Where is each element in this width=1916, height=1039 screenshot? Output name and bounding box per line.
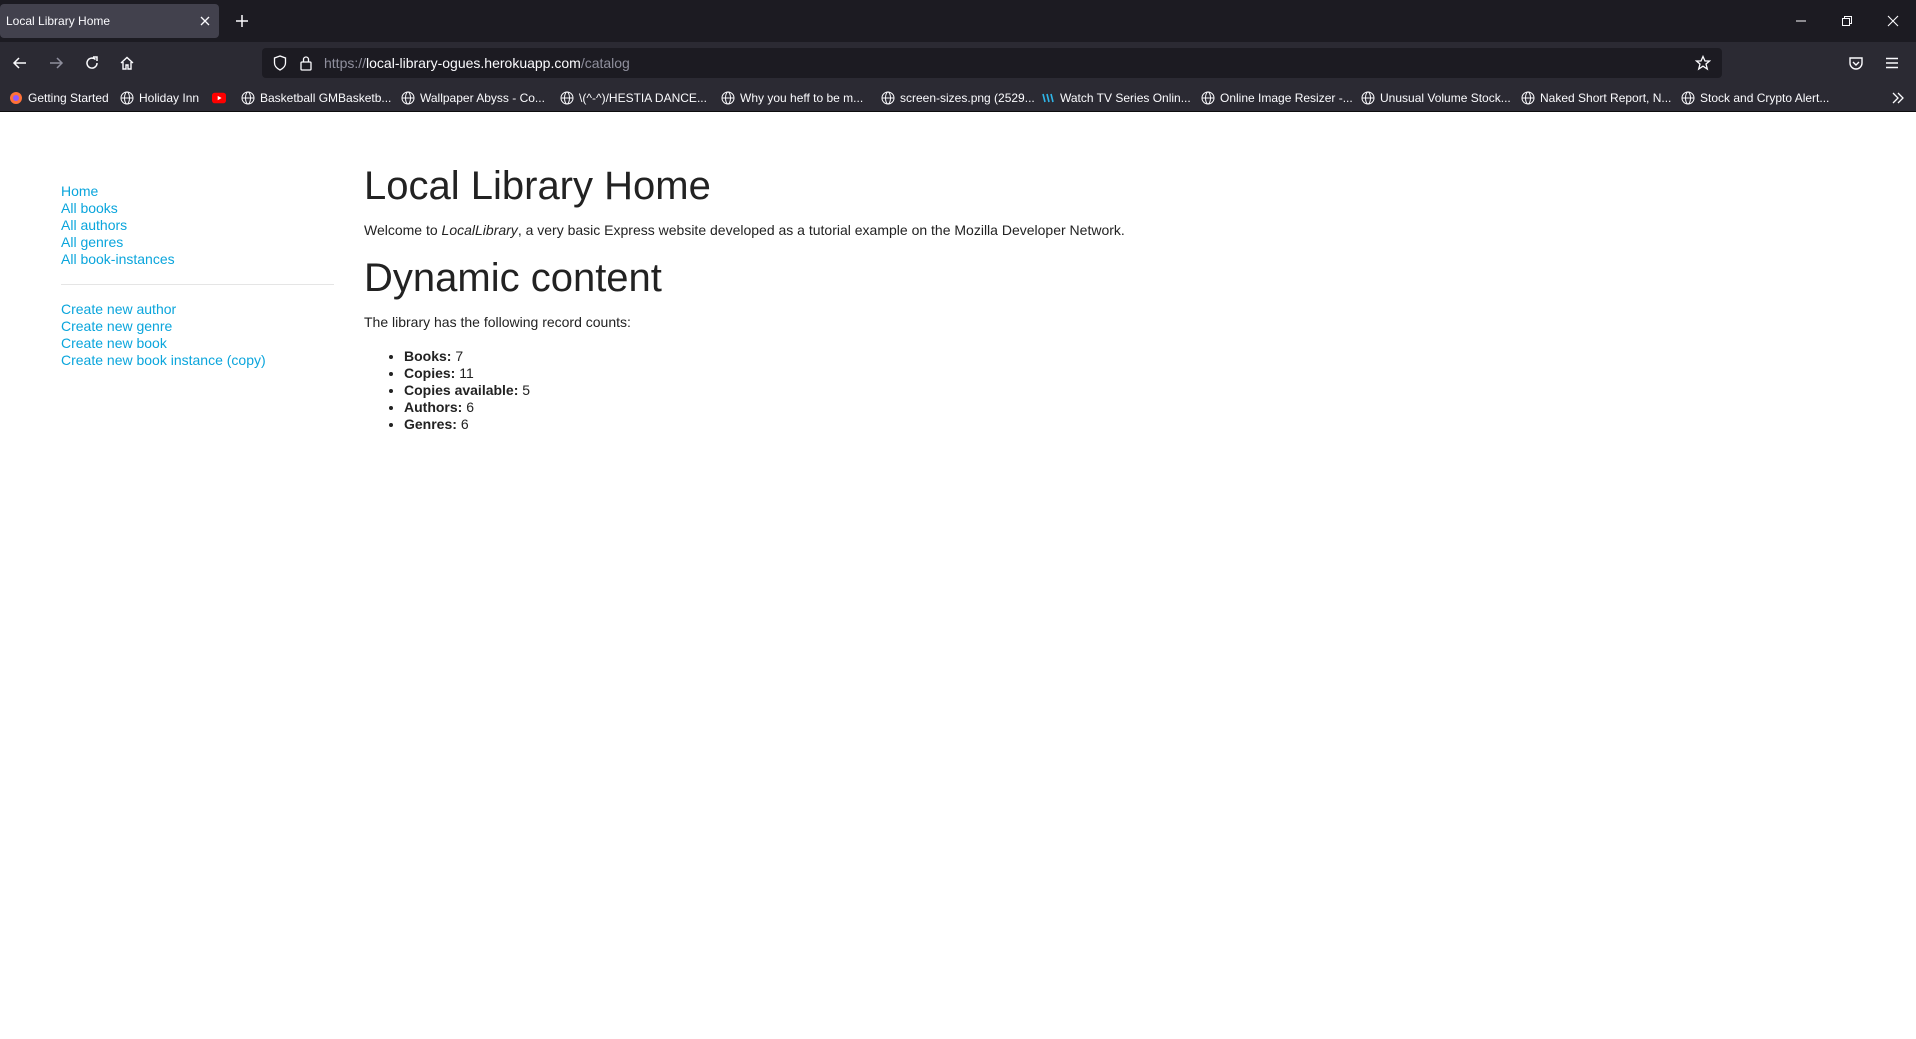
forward-arrow-icon[interactable] (46, 53, 66, 73)
url-text: https://local-library-ogues.herokuapp.co… (324, 55, 630, 71)
globe-icon (1521, 91, 1535, 105)
shield-icon[interactable] (272, 55, 288, 71)
globe-icon (120, 91, 134, 105)
count-label: Copies available: (404, 382, 519, 398)
welcome-suffix: , a very basic Express website developed… (517, 222, 1125, 238)
count-label: Authors: (404, 399, 463, 415)
count-label: Books: (404, 348, 452, 364)
url-bar[interactable]: https://local-library-ogues.herokuapp.co… (262, 48, 1722, 78)
bookmark-label: Naked Short Report, N... (1540, 91, 1672, 105)
globe-icon (1361, 91, 1375, 105)
bookmark-label: Watch TV Series Onlin... (1060, 91, 1191, 105)
restore-icon[interactable] (1837, 11, 1857, 31)
count-books: Books: 7 (404, 348, 1464, 365)
bookmark-label: Online Image Resizer -... (1220, 91, 1353, 105)
sidebar: Home All books All authors All genres Al… (61, 183, 334, 369)
bookmark-item[interactable]: Stock and Crypto Alert... (1681, 90, 1829, 106)
count-value: 7 (455, 348, 464, 364)
bookmark-item[interactable]: Basketball GMBasketb... (241, 90, 391, 106)
count-value: 6 (460, 416, 469, 432)
sidebar-link-all-books[interactable]: All books (61, 200, 334, 217)
sidebar-link-create-book-instance[interactable]: Create new book instance (copy) (61, 352, 334, 369)
tab-active[interactable]: Local Library Home (0, 4, 219, 38)
bookmark-item[interactable]: Naked Short Report, N... (1521, 90, 1671, 106)
sidebar-link-all-book-instances[interactable]: All book-instances (61, 251, 334, 268)
bookmark-item[interactable]: Unusual Volume Stock... (1361, 90, 1511, 106)
main-content: Local Library Home Welcome to LocalLibra… (364, 160, 1464, 433)
sidebar-link-all-genres[interactable]: All genres (61, 234, 334, 251)
counts-intro: The library has the following record cou… (364, 314, 631, 330)
globe-icon (881, 91, 895, 105)
minimize-icon[interactable] (1791, 11, 1811, 31)
bookmark-item[interactable]: screen-sizes.png (2529... (881, 90, 1035, 106)
bookmark-label: Unusual Volume Stock... (1380, 91, 1511, 105)
url-path: /catalog (580, 55, 630, 71)
globe-icon (560, 91, 574, 105)
bookmark-label: \(^-^)/HESTIA DANCE... (579, 91, 707, 105)
count-value: 6 (466, 399, 475, 415)
tab-title: Local Library Home (6, 14, 111, 28)
lock-icon[interactable] (298, 55, 314, 71)
bookmark-label: Basketball GMBasketb... (260, 91, 392, 105)
count-genres: Genres: 6 (404, 416, 1464, 433)
close-icon[interactable] (197, 13, 213, 29)
url-scheme: https:// (324, 55, 367, 71)
bookmark-label: screen-sizes.png (2529... (900, 91, 1035, 105)
dynamic-content-heading: Dynamic content (364, 256, 662, 300)
sidebar-link-all-authors[interactable]: All authors (61, 217, 334, 234)
tv-icon (1041, 91, 1055, 105)
globe-icon (401, 91, 415, 105)
bookmark-item[interactable]: Wallpaper Abyss - Co... (401, 90, 545, 106)
count-label: Genres: (404, 416, 457, 432)
record-counts-list: Books: 7 Copies: 11 Copies available: 5 … (364, 348, 1464, 433)
globe-icon (721, 91, 735, 105)
welcome-app-name: LocalLibrary (441, 222, 518, 238)
globe-icon (1201, 91, 1215, 105)
bookmark-label: Why you heff to be m... (740, 91, 864, 105)
firefox-icon (9, 91, 23, 105)
star-icon[interactable] (1695, 55, 1711, 71)
globe-icon (241, 91, 255, 105)
welcome-prefix: Welcome to (364, 222, 442, 238)
count-authors: Authors: 6 (404, 399, 1464, 416)
plus-icon[interactable] (232, 11, 252, 31)
tab-bar: Local Library Home (0, 0, 1916, 42)
count-copies-available: Copies available: 5 (404, 382, 1464, 399)
reload-icon[interactable] (82, 53, 102, 73)
bookmark-item[interactable]: Holiday Inn (120, 90, 199, 106)
bookmark-label: Holiday Inn (139, 91, 200, 105)
welcome-text: Welcome to LocalLibrary, a very basic Ex… (364, 221, 1464, 240)
bookmark-item[interactable]: Watch TV Series Onlin... (1041, 90, 1191, 106)
chevron-double-right-icon[interactable] (1890, 90, 1906, 106)
count-value: 11 (459, 365, 474, 381)
count-copies: Copies: 11 (404, 365, 1464, 382)
globe-icon (1681, 91, 1695, 105)
bookmark-item[interactable]: \(^-^)/HESTIA DANCE... (560, 90, 707, 106)
bookmark-item[interactable]: Why you heff to be m... (721, 90, 863, 106)
home-icon[interactable] (117, 53, 137, 73)
bookmarks-toolbar: Getting Started Holiday Inn Basketball G… (0, 84, 1916, 112)
bookmark-item[interactable]: Online Image Resizer -... (1201, 90, 1353, 106)
bookmark-item[interactable]: Getting Started (9, 90, 109, 106)
count-label: Copies: (404, 365, 456, 381)
count-value: 5 (522, 382, 531, 398)
bookmark-label: Getting Started (28, 91, 109, 105)
sidebar-link-create-author[interactable]: Create new author (61, 301, 334, 318)
navigation-toolbar: https://local-library-ogues.herokuapp.co… (0, 42, 1916, 84)
menu-icon[interactable] (1882, 53, 1902, 73)
sidebar-link-home[interactable]: Home (61, 183, 334, 200)
youtube-icon (212, 91, 226, 105)
pocket-icon[interactable] (1846, 53, 1866, 73)
bookmark-label: Stock and Crypto Alert... (1700, 91, 1830, 105)
sidebar-divider (61, 284, 334, 285)
bookmark-item[interactable] (212, 90, 231, 106)
url-host: local-library-ogues.herokuapp.com (366, 55, 581, 71)
close-window-icon[interactable] (1883, 11, 1903, 31)
back-arrow-icon[interactable] (10, 53, 30, 73)
sidebar-link-create-book[interactable]: Create new book (61, 335, 334, 352)
sidebar-link-create-genre[interactable]: Create new genre (61, 318, 334, 335)
page-title: Local Library Home (364, 164, 711, 208)
bookmark-label: Wallpaper Abyss - Co... (420, 91, 545, 105)
